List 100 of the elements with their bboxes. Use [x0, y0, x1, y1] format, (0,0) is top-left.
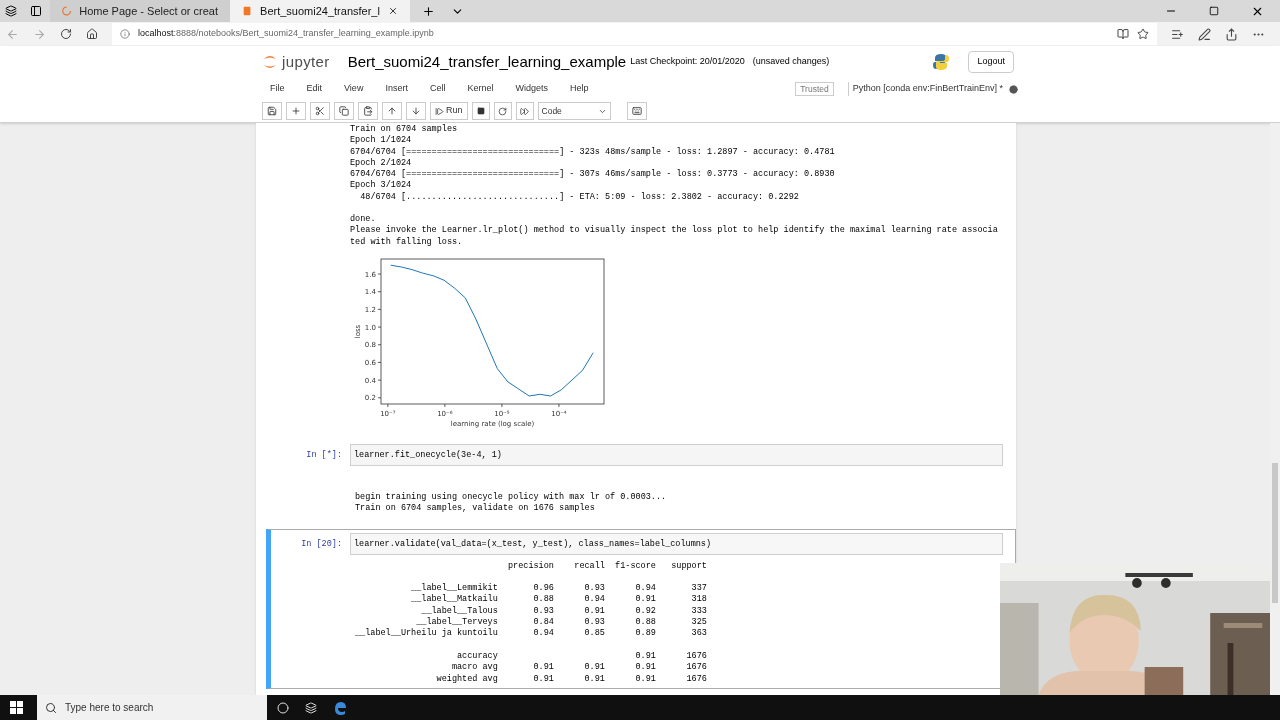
jupyter-logo-text: jupyter	[282, 51, 330, 72]
share-icon[interactable]	[1225, 27, 1238, 41]
menu-item[interactable]: Insert	[385, 82, 408, 96]
browser-app-icon[interactable]	[333, 700, 347, 715]
favorite-icon[interactable]	[1137, 28, 1149, 40]
report-value: 0.85	[584, 628, 605, 640]
menu-item[interactable]: Widgets	[515, 82, 548, 96]
fast-forward-icon	[520, 106, 529, 116]
copy-icon	[339, 106, 349, 116]
save-button[interactable]	[262, 102, 282, 120]
report-value: 0.84	[533, 617, 554, 629]
run-button[interactable]: Run	[430, 102, 468, 120]
taskbar-search-field[interactable]: Type here to search	[37, 695, 267, 720]
report-value: 0.91	[635, 650, 656, 663]
report-value: 0.91	[584, 605, 605, 618]
output-line: Train on 6704 samples	[350, 124, 459, 135]
output-line: Please invoke the Learner.lr_plot() method to visually inspect the loss plot to help identify the maximal learning rate associa	[350, 225, 999, 237]
restart-button[interactable]	[493, 102, 512, 120]
report-value: 325	[691, 617, 707, 629]
paste-icon	[363, 106, 373, 116]
menu-item[interactable]: View	[344, 82, 364, 96]
stop-button[interactable]	[471, 102, 490, 120]
address-field[interactable]: localhost:8888/notebooks/Bert_suomi24_transfer_learning_example.ipynb	[112, 23, 1157, 45]
report-value: 0.94	[533, 628, 554, 640]
info-icon	[120, 29, 130, 39]
kernel-name: Python [conda env:FinBertTrainEnv] *	[847, 82, 1003, 96]
input-prompt: In [20]:	[300, 537, 343, 551]
pen-icon[interactable]	[1198, 27, 1211, 41]
close-icon[interactable]	[387, 5, 398, 17]
class-label: __label__Terveys	[416, 617, 498, 628]
column-header: recall	[574, 560, 605, 572]
search-icon	[45, 701, 57, 714]
report-value: 333	[691, 605, 707, 618]
output-line: 6704/6704 [==============================] - 307s 46ms/sample - loss: 0.3773 - accuracy: 0.8930	[350, 169, 836, 180]
logout-button[interactable]: Logout	[968, 51, 1014, 73]
column-header: precision	[508, 560, 554, 572]
report-value: 0.93	[584, 617, 605, 629]
run-all-button[interactable]	[515, 102, 534, 120]
maximize-icon[interactable]	[1209, 6, 1219, 16]
save-icon	[267, 106, 277, 116]
menu-item[interactable]: File	[270, 82, 285, 96]
keyboard-button[interactable]	[626, 102, 647, 120]
menu-item[interactable]: Cell	[429, 82, 446, 96]
class-label: __label__Matkailu	[411, 594, 498, 606]
code-input[interactable]: learner.validate(val_data=(x_test, y_test), class_names=label_columns)	[350, 532, 1003, 555]
paste-button[interactable]	[358, 102, 378, 120]
report-value: 0.91	[635, 594, 656, 606]
summary-label: macro avg	[451, 662, 498, 674]
windows-logo-icon[interactable]	[10, 701, 23, 714]
address-text: localhost:8888/notebooks/Bert_suomi24_transfer_learning_example.ipynb	[138, 27, 434, 41]
output-line: Epoch 3/1024	[350, 180, 413, 192]
output-line: begin training using onecycle policy with max lr of 0.0003...	[355, 491, 668, 503]
checkpoint-text: Last Checkpoint: 20/01/2020	[630, 55, 745, 69]
browser-tab[interactable]: Bert_suomi24_transfer_l	[230, 0, 410, 22]
new-tab-icon[interactable]	[422, 4, 435, 18]
menu-item[interactable]: Kernel	[467, 82, 494, 96]
output-line: Epoch 2/1024	[350, 157, 413, 169]
report-value: 0.93	[584, 583, 605, 595]
browser-tab[interactable]: Home Page - Select or creat	[50, 0, 230, 22]
reading-view-icon[interactable]	[1117, 28, 1129, 40]
python-logo-icon	[932, 53, 951, 71]
favorites-icon[interactable]	[1171, 27, 1184, 41]
output-line: ted with falling loss.	[350, 236, 464, 248]
notebook-icon	[242, 5, 253, 17]
input-prompt: In [*]:	[305, 448, 343, 462]
trusted-indicator[interactable]: Trusted	[795, 81, 834, 97]
report-value: 0.88	[635, 617, 656, 629]
class-label: __label__Urheilu ja kuntoilu	[355, 628, 498, 640]
copy-button[interactable]	[334, 102, 354, 120]
report-value: 0.91	[584, 673, 605, 685]
restart-icon	[498, 106, 507, 116]
cell-type-select[interactable]: Code	[537, 102, 611, 120]
notebook-name[interactable]: Bert_suomi24_transfer_learning_example	[347, 50, 627, 74]
summary-label: accuracy	[457, 650, 498, 663]
arrow-down-icon	[411, 106, 421, 116]
stop-icon	[476, 107, 485, 115]
report-value: 0.91	[635, 673, 656, 685]
report-value: 0.91	[533, 662, 554, 674]
output-line: Epoch 1/1024	[350, 135, 413, 147]
refresh-icon[interactable]	[60, 28, 72, 40]
scissors-button[interactable]	[310, 102, 330, 120]
report-value: 0.91	[635, 662, 656, 674]
keyboard-icon	[631, 106, 642, 116]
report-value: 0.89	[635, 628, 656, 640]
report-value: 1676	[686, 673, 707, 685]
class-label: __label__Lemmikit	[411, 583, 498, 594]
menu-item[interactable]: Edit	[306, 82, 323, 96]
home-icon[interactable]	[86, 28, 98, 40]
summary-label: weighted avg	[436, 673, 498, 685]
loading-icon	[62, 5, 72, 17]
code-input[interactable]: learner.fit_onecycle(3e-4, 1)	[350, 443, 1003, 466]
plus-icon	[291, 106, 301, 116]
tab-title: Home Page - Select or creat	[79, 3, 218, 19]
report-value: 337	[691, 583, 707, 595]
report-value: 0.94	[584, 594, 605, 606]
output-line: Train on 6704 samples, validate on 1676 samples	[355, 503, 596, 515]
report-value: 0.91	[584, 662, 605, 674]
report-value: 0.88	[533, 594, 554, 606]
menu-item[interactable]: Help	[569, 82, 589, 96]
report-value: 0.96	[533, 583, 554, 595]
